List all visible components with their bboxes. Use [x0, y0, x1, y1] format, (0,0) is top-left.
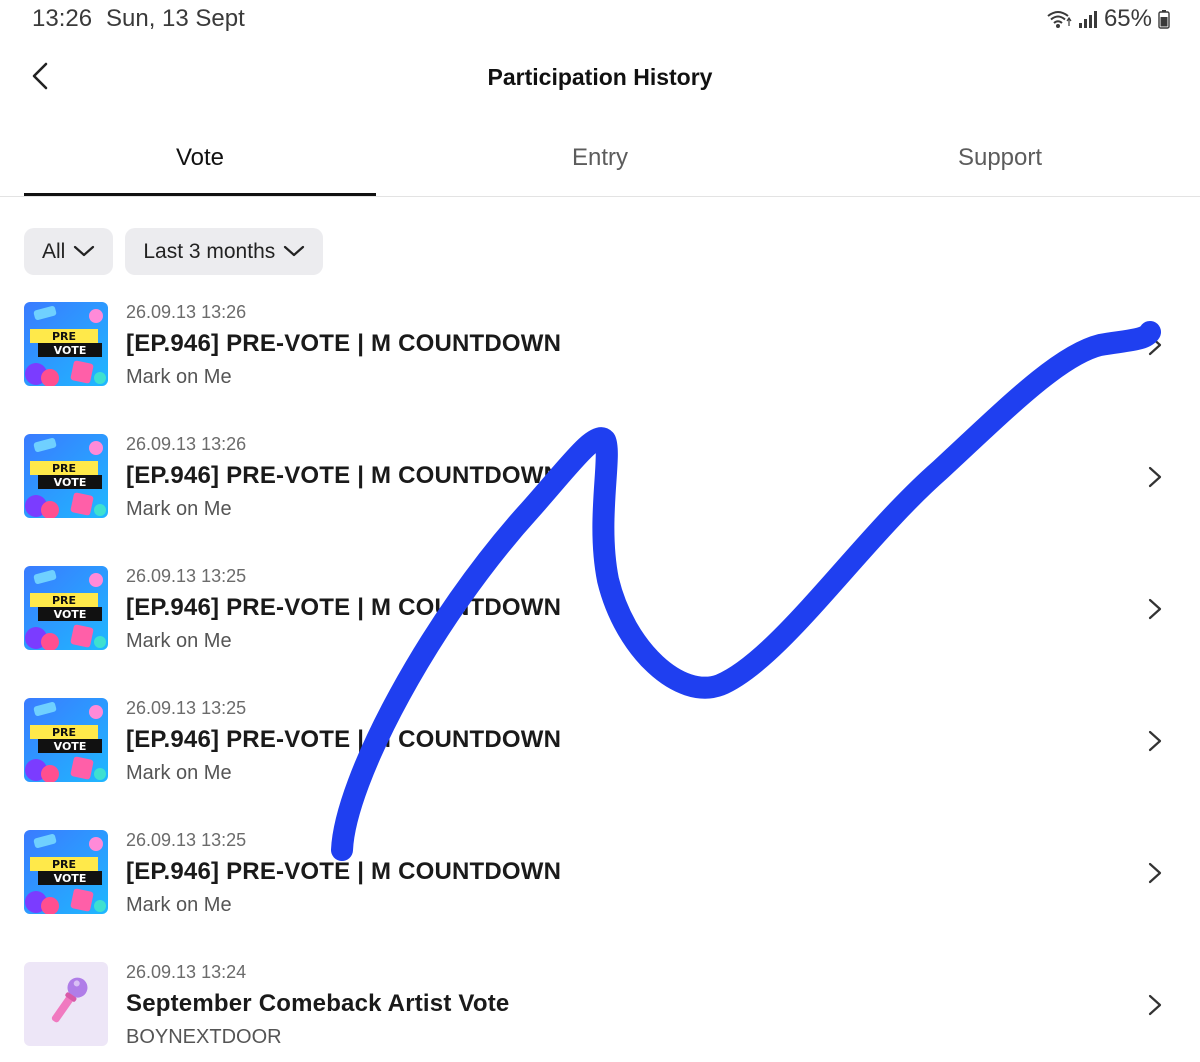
item-timestamp: 26.09.13 13:24 [126, 962, 247, 982]
chevron-right-icon [1144, 858, 1166, 888]
list-item[interactable]: PRE VOTE 26.09.13 13:25 [EP.946] PRE-VOTE… [0, 820, 1200, 930]
signal-icon [1078, 9, 1098, 29]
item-title: [EP.946] PRE-VOTE | M COUNTDOWN [126, 330, 562, 357]
status-date: Sun, 13 Sept [106, 5, 245, 32]
page-title: Participation History [487, 64, 713, 90]
item-timestamp: 26.09.13 13:25 [126, 830, 247, 850]
list-item[interactable]: PRE VOTE 26.09.13 13:26 [EP.946] PRE-VOTE… [0, 292, 1200, 402]
chevron-right-icon [1144, 726, 1166, 756]
list-item[interactable]: PRE VOTE 26.09.13 13:25 [EP.946] PRE-VOTE… [0, 688, 1200, 798]
item-subtitle: Mark on Me [126, 498, 232, 520]
status-time: 13:26 [32, 5, 93, 32]
period-filter-label: Last 3 months [143, 239, 276, 263]
tab-vote[interactable]: Vote [24, 130, 376, 196]
item-title: [EP.946] PRE-VOTE | M COUNTDOWN [126, 726, 562, 753]
svg-text:VOTE: VOTE [54, 608, 87, 621]
prevote-thumbnail: PRE VOTE [24, 302, 108, 386]
item-subtitle: Mark on Me [126, 894, 232, 916]
svg-text:PRE: PRE [52, 330, 76, 343]
chevron-right-icon [1144, 594, 1166, 624]
prevote-thumbnail: PRE VOTE [24, 434, 108, 518]
chevron-down-icon [73, 240, 95, 264]
item-subtitle: Mark on Me [126, 762, 232, 784]
item-subtitle: Mark on Me [126, 630, 232, 652]
wifi-icon [1046, 9, 1072, 29]
filter-bar: All Last 3 months [24, 228, 324, 275]
svg-text:VOTE: VOTE [54, 344, 87, 357]
item-title: [EP.946] PRE-VOTE | M COUNTDOWN [126, 594, 562, 621]
chevron-down-icon [283, 240, 305, 264]
svg-text:VOTE: VOTE [54, 872, 87, 885]
list-item[interactable]: PRE VOTE 26.09.13 13:26 [EP.946] PRE-VOTE… [0, 424, 1200, 534]
item-subtitle: BOYNEXTDOOR [126, 1026, 282, 1048]
battery-percent: 65% [1103, 5, 1152, 32]
item-timestamp: 26.09.13 13:26 [126, 434, 247, 454]
chevron-right-icon [1144, 462, 1166, 492]
svg-text:VOTE: VOTE [54, 476, 87, 489]
period-filter-dropdown[interactable]: Last 3 months [125, 228, 324, 275]
svg-text:PRE: PRE [52, 462, 76, 475]
chevron-right-icon [1144, 330, 1166, 360]
tab-support[interactable]: Support [824, 130, 1176, 196]
svg-text:PRE: PRE [52, 594, 76, 607]
svg-text:PRE: PRE [52, 726, 76, 739]
microphone-thumbnail [24, 962, 108, 1046]
status-indicators: 65% [1046, 5, 1170, 33]
list-item[interactable]: 26.09.13 13:24 September Comeback Artist… [0, 952, 1200, 1062]
svg-text:VOTE: VOTE [54, 740, 87, 753]
item-timestamp: 26.09.13 13:25 [126, 566, 247, 586]
svg-text:PRE: PRE [52, 858, 76, 871]
tab-bar: Vote Entry Support [0, 130, 1200, 197]
item-timestamp: 26.09.13 13:26 [126, 302, 247, 322]
app-header: Participation History [0, 50, 1200, 106]
chevron-right-icon [1144, 990, 1166, 1020]
item-timestamp: 26.09.13 13:25 [126, 698, 247, 718]
battery-icon [1158, 9, 1170, 29]
status-bar: 13:26 Sun, 13 Sept 65% [0, 0, 1200, 36]
category-filter-label: All [42, 239, 66, 263]
prevote-thumbnail: PRE VOTE [24, 698, 108, 782]
prevote-thumbnail: PRE VOTE [24, 830, 108, 914]
list-item[interactable]: PRE VOTE 26.09.13 13:25 [EP.946] PRE-VOTE… [0, 556, 1200, 666]
item-title: [EP.946] PRE-VOTE | M COUNTDOWN [126, 462, 562, 489]
item-title: September Comeback Artist Vote [126, 990, 510, 1017]
category-filter-dropdown[interactable]: All [24, 228, 114, 275]
prevote-thumbnail: PRE VOTE [24, 566, 108, 650]
tab-entry[interactable]: Entry [424, 130, 776, 196]
item-subtitle: Mark on Me [126, 366, 232, 388]
item-title: [EP.946] PRE-VOTE | M COUNTDOWN [126, 858, 562, 885]
